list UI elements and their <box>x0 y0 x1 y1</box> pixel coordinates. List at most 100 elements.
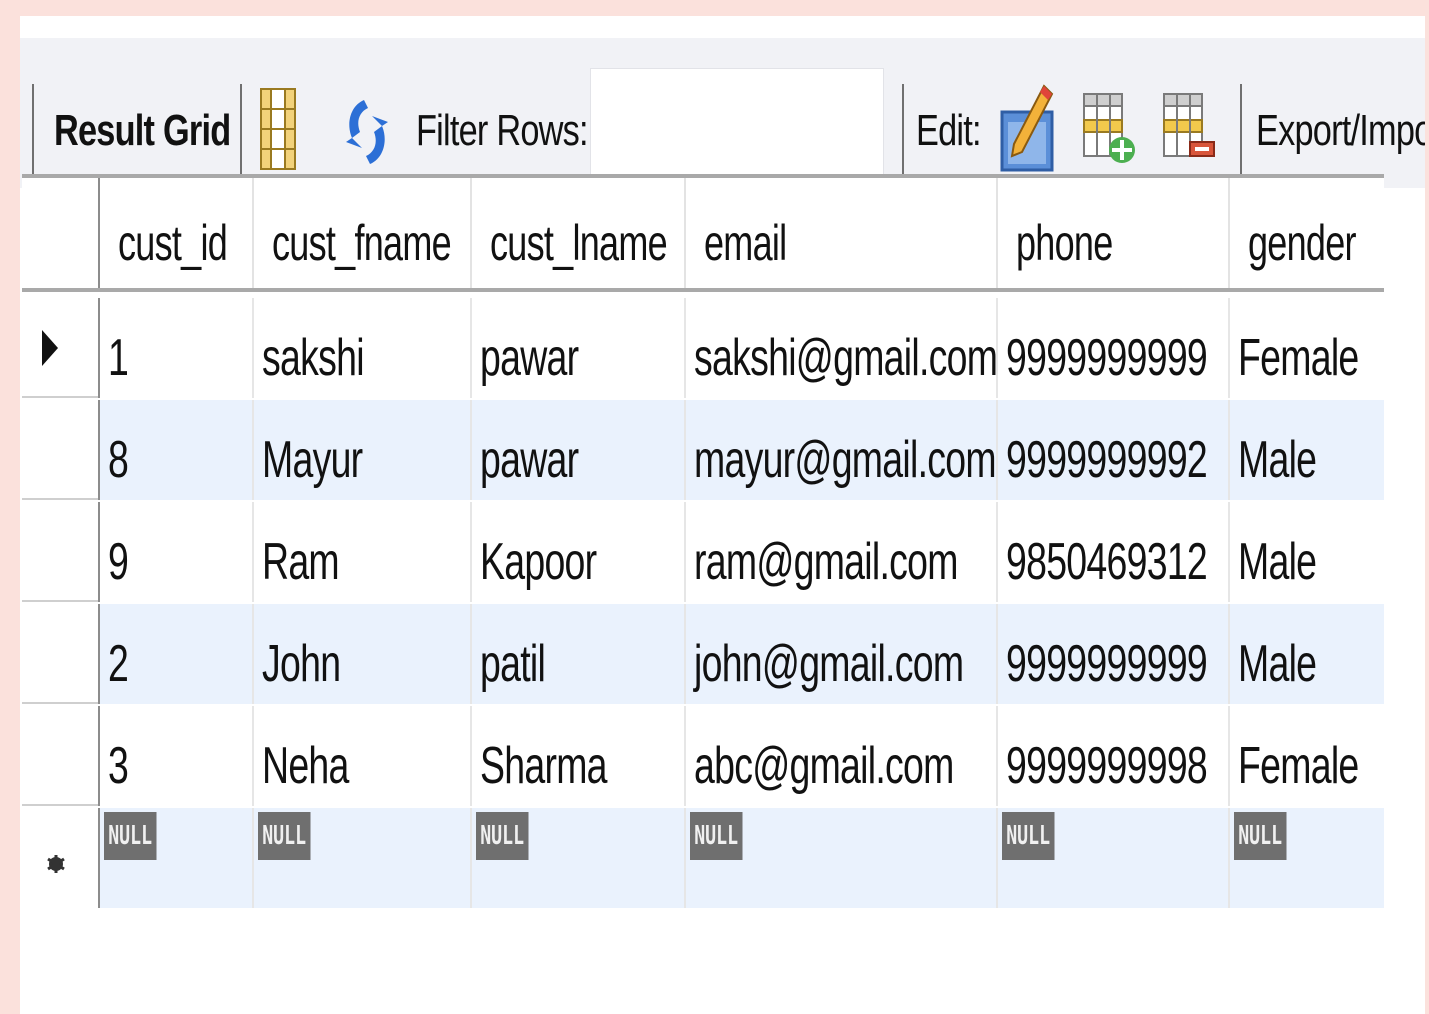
cell-gender[interactable]: Male <box>1230 502 1384 602</box>
cell-email[interactable]: ram@gmail.com <box>686 502 998 602</box>
cell-cust-id[interactable]: 3 <box>100 706 254 806</box>
delete-row-icon[interactable] <box>1160 90 1216 170</box>
cell-gender[interactable]: Female <box>1230 706 1384 806</box>
filter-rows-label: Filter Rows: <box>416 106 589 155</box>
cell-cust-id[interactable]: 8 <box>100 400 254 500</box>
row-gutter[interactable] <box>22 706 100 806</box>
row-gutter[interactable] <box>22 400 100 500</box>
cell-cust-fname[interactable]: Ram <box>254 502 472 602</box>
cell-text: john@gmail.com <box>694 635 964 693</box>
column-header-label: cust_id <box>118 215 228 271</box>
cell-cust-id[interactable]: 9 <box>100 502 254 602</box>
cell-cust-id[interactable]: 1 <box>100 298 254 398</box>
cell-cust-lname[interactable]: pawar <box>472 298 686 398</box>
row-gutter[interactable] <box>22 502 100 602</box>
cell-cust-fname[interactable]: sakshi <box>254 298 472 398</box>
column-header-phone[interactable]: phone <box>998 178 1230 288</box>
new-row-asterisk-icon <box>47 855 65 873</box>
null-cell[interactable]: NULL <box>472 808 686 908</box>
null-badge: NULL <box>476 812 529 860</box>
filter-rows-input[interactable] <box>590 68 884 185</box>
refresh-icon[interactable] <box>342 94 392 170</box>
toolbar-separator <box>902 84 904 176</box>
cell-gender[interactable]: Male <box>1230 400 1384 500</box>
cell-text: Neha <box>262 737 349 795</box>
new-row-placeholder[interactable]: NULL NULL NULL NULL NULL NULL <box>22 808 1384 908</box>
cell-text: 9850469312 <box>1006 533 1208 591</box>
cell-text: Male <box>1238 635 1317 693</box>
cell-email[interactable]: sakshi@gmail.com <box>686 298 998 398</box>
cell-text: Male <box>1238 431 1317 489</box>
null-cell[interactable]: NULL <box>100 808 254 908</box>
cell-phone[interactable]: 9999999999 <box>998 604 1230 704</box>
null-badge: NULL <box>104 812 157 860</box>
null-cell[interactable]: NULL <box>1230 808 1384 908</box>
cell-text: 9999999992 <box>1006 431 1208 489</box>
column-header-cust-id[interactable]: cust_id <box>100 178 254 288</box>
cell-text: Male <box>1238 533 1317 591</box>
cell-cust-lname[interactable]: Sharma <box>472 706 686 806</box>
table-row[interactable]: 1 sakshi pawar sakshi@gmail.com 99999999… <box>22 298 1384 398</box>
add-row-icon[interactable] <box>1080 90 1136 170</box>
cell-phone[interactable]: 9999999999 <box>998 298 1230 398</box>
cell-text: pawar <box>480 329 579 387</box>
cell-gender[interactable]: Male <box>1230 604 1384 704</box>
cell-text: 9 <box>108 533 129 591</box>
row-gutter[interactable] <box>22 604 100 704</box>
grid-header-row: cust_id cust_fname cust_lname email phon… <box>22 174 1384 292</box>
toolbar-separator <box>240 84 242 176</box>
cell-text: 9999999999 <box>1006 329 1208 387</box>
null-cell[interactable]: NULL <box>998 808 1230 908</box>
column-header-cust-fname[interactable]: cust_fname <box>254 178 472 288</box>
table-row[interactable]: 8 Mayur pawar mayur@gmail.com 9999999992… <box>22 400 1384 500</box>
cell-cust-fname[interactable]: John <box>254 604 472 704</box>
current-row-arrow-icon <box>42 330 58 366</box>
result-panel: Result Grid Filter Rows: Edit: Export/Im… <box>20 16 1425 1014</box>
cell-cust-id[interactable]: 2 <box>100 604 254 704</box>
cell-cust-lname[interactable]: pawar <box>472 400 686 500</box>
table-row[interactable]: 9 Ram Kapoor ram@gmail.com 9850469312 Ma… <box>22 502 1384 602</box>
cell-text: Ram <box>262 533 340 591</box>
cell-email[interactable]: mayur@gmail.com <box>686 400 998 500</box>
header-corner <box>22 178 100 288</box>
cell-text: Kapoor <box>480 533 597 591</box>
column-header-gender[interactable]: gender <box>1230 178 1384 288</box>
cell-text: John <box>262 635 341 693</box>
cell-email[interactable]: abc@gmail.com <box>686 706 998 806</box>
cell-text: 8 <box>108 431 129 489</box>
null-badge: NULL <box>690 812 743 860</box>
null-cell[interactable]: NULL <box>686 808 998 908</box>
column-header-cust-lname[interactable]: cust_lname <box>472 178 686 288</box>
export-import-label[interactable]: Export/Impo <box>1256 106 1425 156</box>
cell-email[interactable]: john@gmail.com <box>686 604 998 704</box>
cell-phone[interactable]: 9999999992 <box>998 400 1230 500</box>
cell-text: 9999999998 <box>1006 737 1208 795</box>
cell-text: mayur@gmail.com <box>694 431 997 489</box>
column-header-email[interactable]: email <box>686 178 998 288</box>
cell-cust-lname[interactable]: patil <box>472 604 686 704</box>
cell-cust-lname[interactable]: Kapoor <box>472 502 686 602</box>
cell-phone[interactable]: 9999999998 <box>998 706 1230 806</box>
row-gutter[interactable] <box>22 298 100 398</box>
cell-cust-fname[interactable]: Neha <box>254 706 472 806</box>
result-grid-tab[interactable]: Result Grid <box>54 106 231 156</box>
cell-cust-fname[interactable]: Mayur <box>254 400 472 500</box>
cell-phone[interactable]: 9850469312 <box>998 502 1230 602</box>
result-grid: cust_id cust_fname cust_lname email phon… <box>22 174 1384 914</box>
table-row[interactable]: 2 John patil john@gmail.com 9999999999 M… <box>22 604 1384 704</box>
null-badge: NULL <box>1002 812 1055 860</box>
table-row[interactable]: 3 Neha Sharma abc@gmail.com 9999999998 F… <box>22 706 1384 806</box>
cell-text: abc@gmail.com <box>694 737 954 795</box>
grid-layout-icon[interactable] <box>258 86 298 172</box>
null-cell[interactable]: NULL <box>254 808 472 908</box>
cell-text: 3 <box>108 737 129 795</box>
cell-gender[interactable]: Female <box>1230 298 1384 398</box>
toolbar-separator <box>32 84 34 176</box>
column-header-label: gender <box>1248 215 1357 271</box>
cell-text: 2 <box>108 635 129 693</box>
edit-pencil-icon[interactable] <box>998 82 1056 174</box>
cell-text: sakshi <box>262 329 365 387</box>
row-gutter[interactable] <box>22 808 100 908</box>
null-badge: NULL <box>258 812 311 860</box>
column-header-label: phone <box>1016 215 1113 271</box>
